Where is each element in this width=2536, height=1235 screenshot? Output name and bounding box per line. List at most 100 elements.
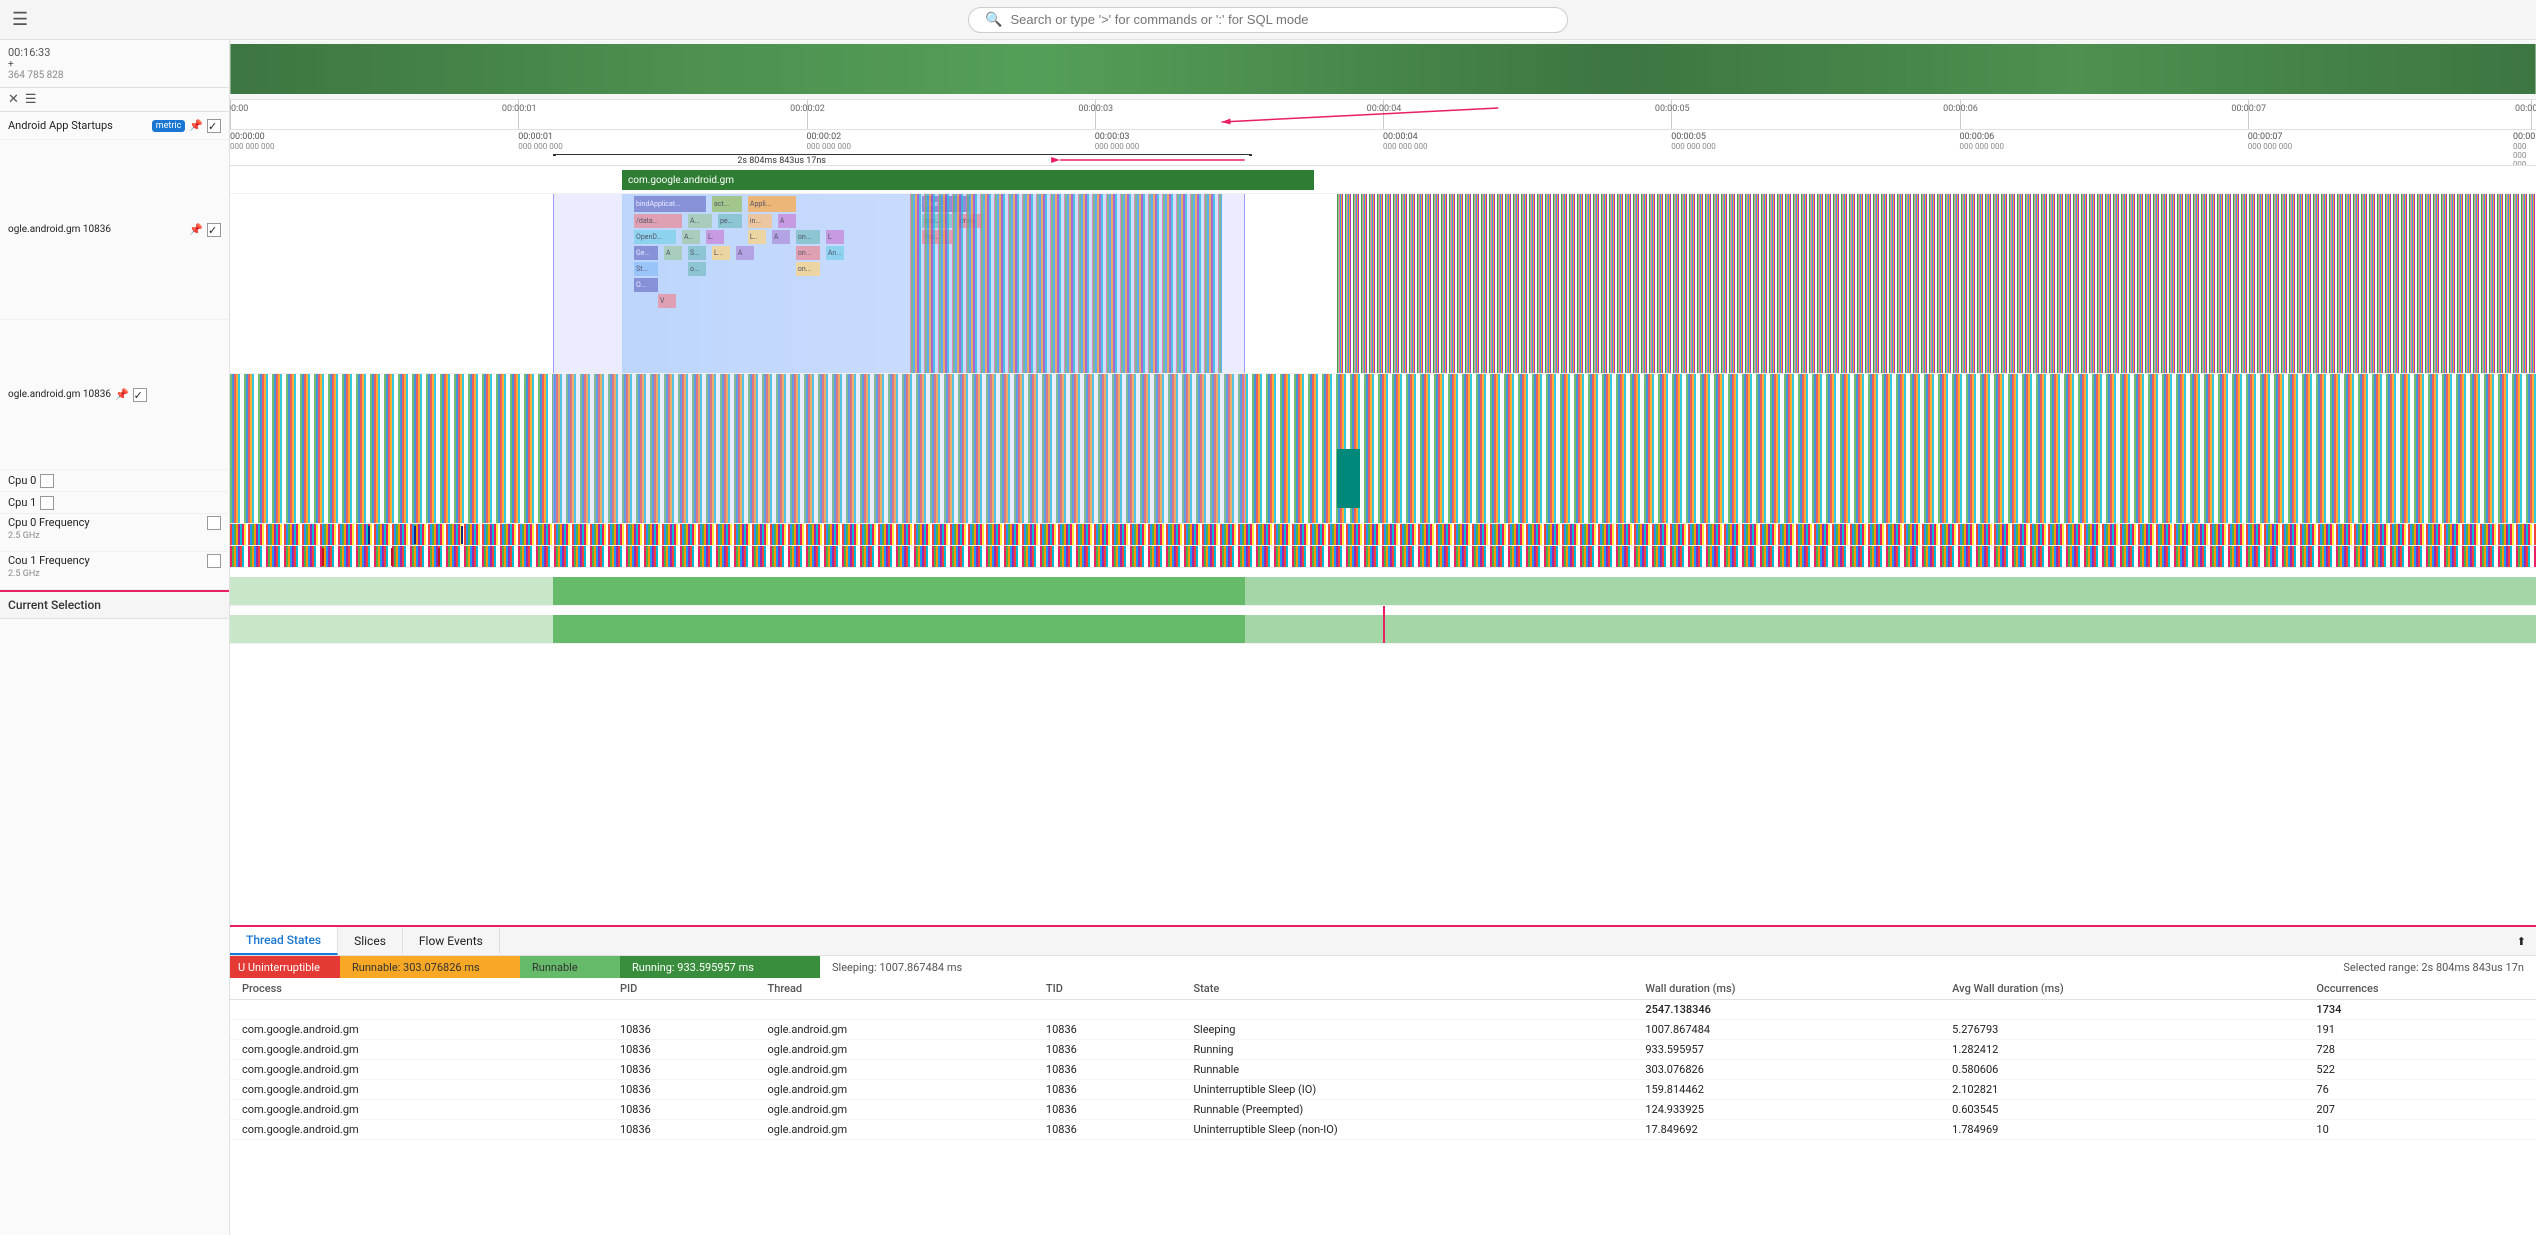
col-state: State xyxy=(1181,978,1633,1000)
track-label-cpu0: Cpu 0 xyxy=(0,470,229,492)
cell-wall: 124.933925 xyxy=(1633,1100,1940,1120)
track-controls: ✕ ☰ xyxy=(0,88,229,112)
cell-process: com.google.android.gm xyxy=(230,1100,608,1120)
selection-tabs: Thread States Slices Flow Events ⬆ xyxy=(230,927,2536,956)
track-name-ogle-tall: ogle.android.gm 10836 xyxy=(8,224,185,235)
data-table: Process PID Thread TID State Wall durati… xyxy=(230,978,2536,1140)
app-bar-label: com.google.android.gm xyxy=(628,175,734,186)
data-table-scroll[interactable]: Process PID Thread TID State Wall durati… xyxy=(230,978,2536,1140)
track-label-cpu0-freq: Cpu 0 Frequency 2.5 GHz xyxy=(0,514,229,552)
checkbox-cpu0-freq[interactable] xyxy=(207,516,221,530)
cell-avg_wall: 1.784969 xyxy=(1940,1120,2304,1140)
pin-icon-ogle-tall[interactable]: 📌 xyxy=(189,223,203,236)
cell-thread: ogle.android.gm xyxy=(756,1060,1034,1080)
add-icon[interactable]: + xyxy=(8,59,14,70)
minimap-viewport[interactable] xyxy=(230,40,2536,99)
col-thread: Thread xyxy=(756,978,1034,1000)
table-row-total: 2547.138346 1734 xyxy=(230,1000,2536,1020)
table-row: com.google.android.gm10836ogle.android.g… xyxy=(230,1100,2536,1120)
state-running: Running: 933.595957 ms xyxy=(620,956,820,978)
tab-flow-events[interactable]: Flow Events xyxy=(403,928,500,954)
cell-process: com.google.android.gm xyxy=(230,1080,608,1100)
cell-process: com.google.android.gm xyxy=(230,1120,608,1140)
state-uninterruptible: U Uninterruptible xyxy=(230,956,340,978)
track-name-cpu0: Cpu 0 xyxy=(8,474,36,487)
checkbox-app-startups[interactable]: ✓ xyxy=(207,119,221,133)
cell-pid: 10836 xyxy=(608,1060,756,1080)
app-bar[interactable]: com.google.android.gm xyxy=(622,170,1314,190)
cell-tid: 10836 xyxy=(1034,1040,1182,1060)
cell-occurrences: 191 xyxy=(2304,1020,2536,1040)
tracks-scroll[interactable]: 00:00:00 000 000 000 00:00:01 000 000 00… xyxy=(230,130,2536,925)
cell-state: Uninterruptible Sleep (non-IO) xyxy=(1181,1120,1633,1140)
checkbox-cpu1-freq[interactable] xyxy=(207,554,221,568)
cpu0-freq-value: 2.5 GHz xyxy=(8,531,203,541)
list-icon[interactable]: ☰ xyxy=(25,92,37,107)
ruler2: 00:00:00 000 000 000 00:00:01 000 000 00… xyxy=(230,130,2536,166)
cell-pid: 10836 xyxy=(608,1100,756,1120)
cell-occurrences: 10 xyxy=(2304,1120,2536,1140)
track-label-app-startups: Android App Startups metric 📌 ✓ xyxy=(0,112,229,140)
cell-thread: ogle.android.gm xyxy=(756,1120,1034,1140)
pin-icon-app-startups[interactable]: 📌 xyxy=(189,119,203,132)
total-wall: 2547.138346 xyxy=(1633,1000,1940,1020)
track-name-app-startups: Android App Startups xyxy=(8,119,148,132)
checkbox-cpu0[interactable] xyxy=(40,474,54,488)
selected-range: Selected range: 2s 804ms 843us 17n xyxy=(2331,961,2536,974)
metric-badge: metric xyxy=(152,120,186,132)
menu-icon[interactable]: ☰ xyxy=(12,9,28,30)
cell-avg_wall: 5.276793 xyxy=(1940,1020,2304,1040)
table-row: com.google.android.gm10836ogle.android.g… xyxy=(230,1040,2536,1060)
cell-pid: 10836 xyxy=(608,1040,756,1060)
tab-thread-states[interactable]: Thread States xyxy=(230,927,338,955)
track-row-cpu0-freq xyxy=(230,568,2536,606)
close-icon[interactable]: ✕ xyxy=(8,92,19,107)
cell-pid: 10836 xyxy=(608,1080,756,1100)
cell-wall: 1007.867484 xyxy=(1633,1020,1940,1040)
time-value: 00:16:33 xyxy=(8,46,221,59)
table-row: com.google.android.gm10836ogle.android.g… xyxy=(230,1020,2536,1040)
track-label-cpu1-freq: Cou 1 Frequency 2.5 GHz xyxy=(0,552,229,590)
cell-state: Running xyxy=(1181,1040,1633,1060)
current-selection-label: Current Selection xyxy=(0,592,109,618)
table-body: 2547.138346 1734 com.google.android.gm10… xyxy=(230,1000,2536,1140)
checkbox-cpu1[interactable] xyxy=(40,496,54,510)
state-runnable: Runnable xyxy=(520,956,620,978)
track-row-cpu1 xyxy=(230,546,2536,568)
cell-avg_wall: 2.102821 xyxy=(1940,1080,2304,1100)
cell-thread: ogle.android.gm xyxy=(756,1100,1034,1120)
cpu1-freq-value: 2.5 GHz xyxy=(8,569,203,579)
col-avg-wall: Avg Wall duration (ms) xyxy=(1940,978,2304,1000)
cell-wall: 303.076826 xyxy=(1633,1060,1940,1080)
track-row-cpu0 xyxy=(230,524,2536,546)
search-input[interactable] xyxy=(1010,12,1551,27)
pin-icon-ogle-medium[interactable]: 📌 xyxy=(115,388,129,401)
track-name-cpu1: Cpu 1 xyxy=(8,496,36,509)
cell-pid: 10836 xyxy=(608,1020,756,1040)
cell-occurrences: 728 xyxy=(2304,1040,2536,1060)
table-row: com.google.android.gm10836ogle.android.g… xyxy=(230,1060,2536,1080)
track-label-cpu1: Cpu 1 xyxy=(0,492,229,514)
checkbox-ogle-tall[interactable]: ✓ xyxy=(207,223,221,237)
cell-tid: 10836 xyxy=(1034,1020,1182,1040)
right-content: 00:00:00 00:00:01 00:00:02 00:00:03 00:0… xyxy=(230,40,2536,1235)
search-bar: 🔍 xyxy=(968,7,1568,33)
collapse-icon[interactable]: ⬆ xyxy=(2507,929,2536,954)
counter-value: 364 785 828 xyxy=(8,70,221,81)
cell-occurrences: 522 xyxy=(2304,1060,2536,1080)
tab-slices[interactable]: Slices xyxy=(338,928,403,954)
track-row-thread-state xyxy=(230,374,2536,524)
cell-state: Sleeping xyxy=(1181,1020,1633,1040)
cell-wall: 159.814462 xyxy=(1633,1080,1940,1100)
col-wall: Wall duration (ms) xyxy=(1633,978,1940,1000)
table-row: com.google.android.gm10836ogle.android.g… xyxy=(230,1120,2536,1140)
track-row-cpu1-freq xyxy=(230,606,2536,644)
cell-tid: 10836 xyxy=(1034,1100,1182,1120)
cell-process: com.google.android.gm xyxy=(230,1060,608,1080)
track-row-slices: bindApplicat... act... Appli... Chor... … xyxy=(230,194,2536,374)
track-name-ogle-medium: ogle.android.gm 10836 xyxy=(8,389,111,400)
col-occurrences: Occurrences xyxy=(2304,978,2536,1000)
cell-avg_wall: 0.603545 xyxy=(1940,1100,2304,1120)
checkbox-ogle-medium[interactable]: ✓ xyxy=(133,388,147,402)
cell-process: com.google.android.gm xyxy=(230,1040,608,1060)
